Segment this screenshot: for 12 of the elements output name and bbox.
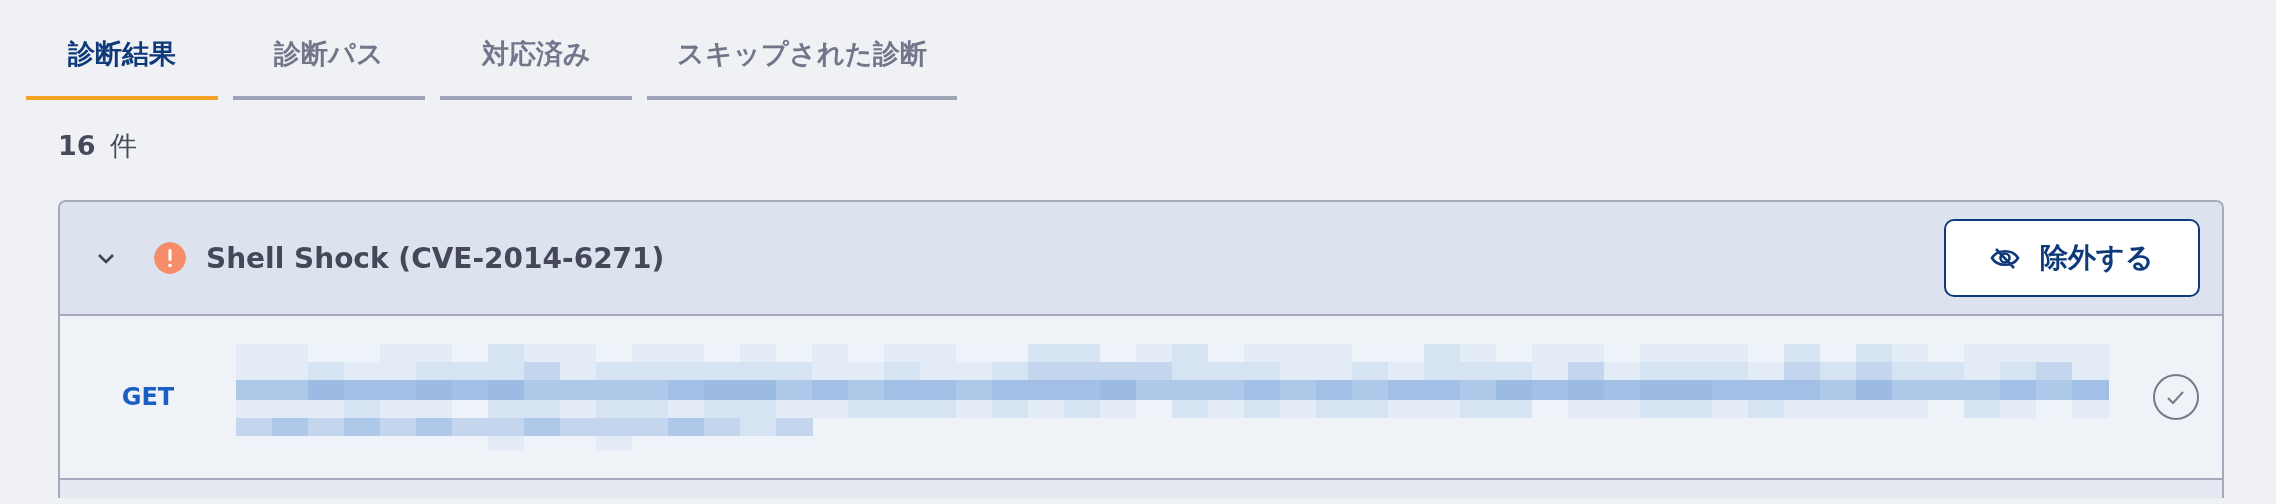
tab[interactable]: 対応済み: [440, 30, 632, 100]
http-method: GET: [120, 383, 176, 411]
tab[interactable]: スキップされた診断: [647, 30, 957, 100]
tab[interactable]: 診断結果: [26, 30, 218, 100]
exclude-button[interactable]: 除外する: [1944, 219, 2200, 297]
result-count: 16: [58, 130, 96, 161]
finding-title: Shell Shock (CVE-2014-6271): [206, 241, 666, 275]
result-unit: 件: [109, 129, 137, 163]
chevron-icon[interactable]: [96, 251, 116, 265]
eye-slash-icon: [1990, 246, 2020, 270]
check-circle-icon[interactable]: [2152, 373, 2200, 421]
tab[interactable]: 診断パス: [233, 30, 425, 100]
